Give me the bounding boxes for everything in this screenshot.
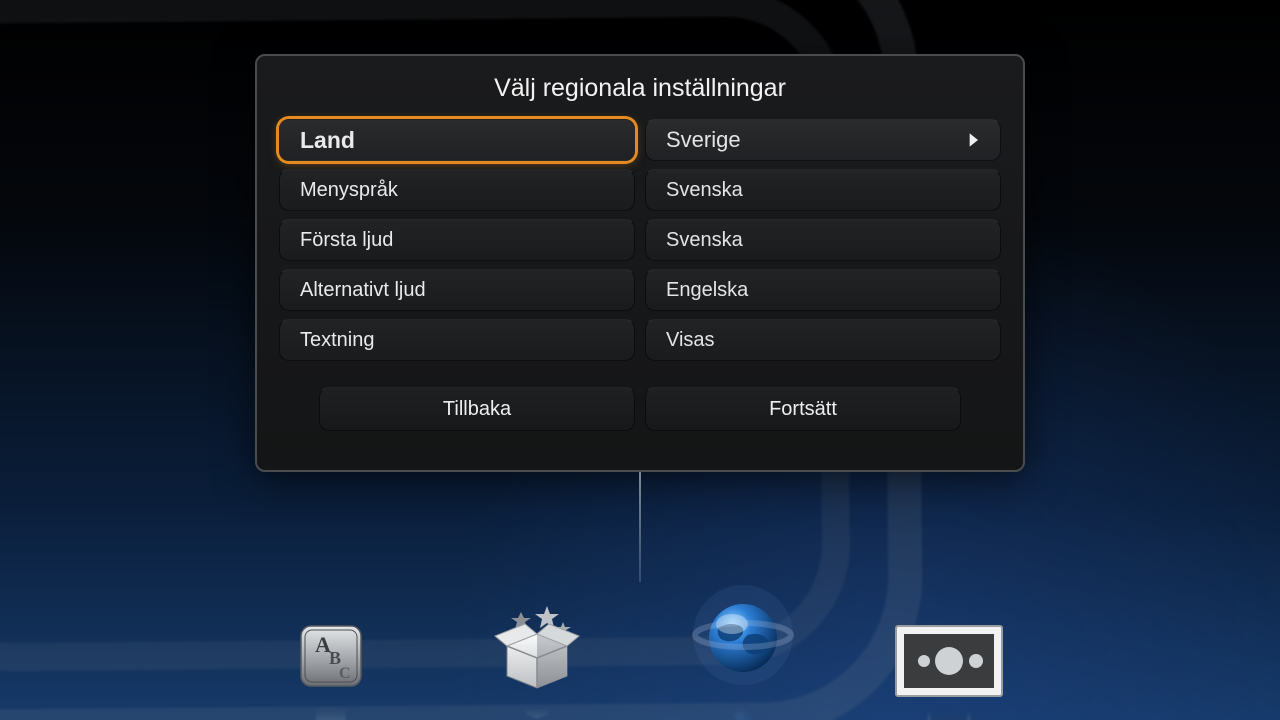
row-alt-audio-label: Alternativt ljud [279,269,635,311]
language-icon: A B C [295,620,367,692]
panel-buttons: Tillbaka Fortsätt [279,387,1001,431]
row-menu-language-label: Menyspråk [279,169,635,211]
picture-icon [894,624,1004,698]
dock-item-language[interactable]: A B C [283,620,379,720]
svg-text:C: C [339,665,351,682]
dock-item-picture[interactable] [901,624,997,720]
row-country-value-text: Sverige [666,127,741,153]
row-primary-audio-value-text: Svenska [666,229,743,252]
row-subtitles-value-text: Visas [666,329,715,352]
row-subtitles-value[interactable]: Visas [645,319,1001,361]
row-primary-audio-value[interactable]: Svenska [645,219,1001,261]
row-subtitles[interactable]: Textning Visas [279,319,1001,361]
panel-connector-line [639,472,641,582]
panel-title: Välj regionala inställningar [279,74,1001,103]
globe-icon [688,580,798,690]
continue-button[interactable]: Fortsätt [645,387,961,431]
row-country-label: Land [279,119,635,161]
dock: A B C [0,580,1280,720]
row-menu-language-value-text: Svenska [666,179,743,202]
row-alt-audio-value[interactable]: Engelska [645,269,1001,311]
row-alt-audio[interactable]: Alternativt ljud Engelska [279,269,1001,311]
dock-item-package[interactable] [489,604,585,720]
row-country-value[interactable]: Sverige [645,119,1001,161]
chevron-right-icon [960,127,986,153]
package-icon [489,604,585,694]
row-menu-language[interactable]: Menyspråk Svenska [279,169,1001,211]
dock-item-globe[interactable] [695,580,791,720]
row-country[interactable]: Land Sverige [279,119,1001,161]
row-menu-language-value[interactable]: Svenska [645,169,1001,211]
settings-rows: Land Sverige Menyspråk Svenska Första lj… [279,119,1001,361]
back-button[interactable]: Tillbaka [319,387,635,431]
row-primary-audio-label: Första ljud [279,219,635,261]
row-primary-audio[interactable]: Första ljud Svenska [279,219,1001,261]
settings-panel: Välj regionala inställningar Land Sverig… [255,54,1025,472]
row-alt-audio-value-text: Engelska [666,279,748,302]
row-subtitles-label: Textning [279,319,635,361]
